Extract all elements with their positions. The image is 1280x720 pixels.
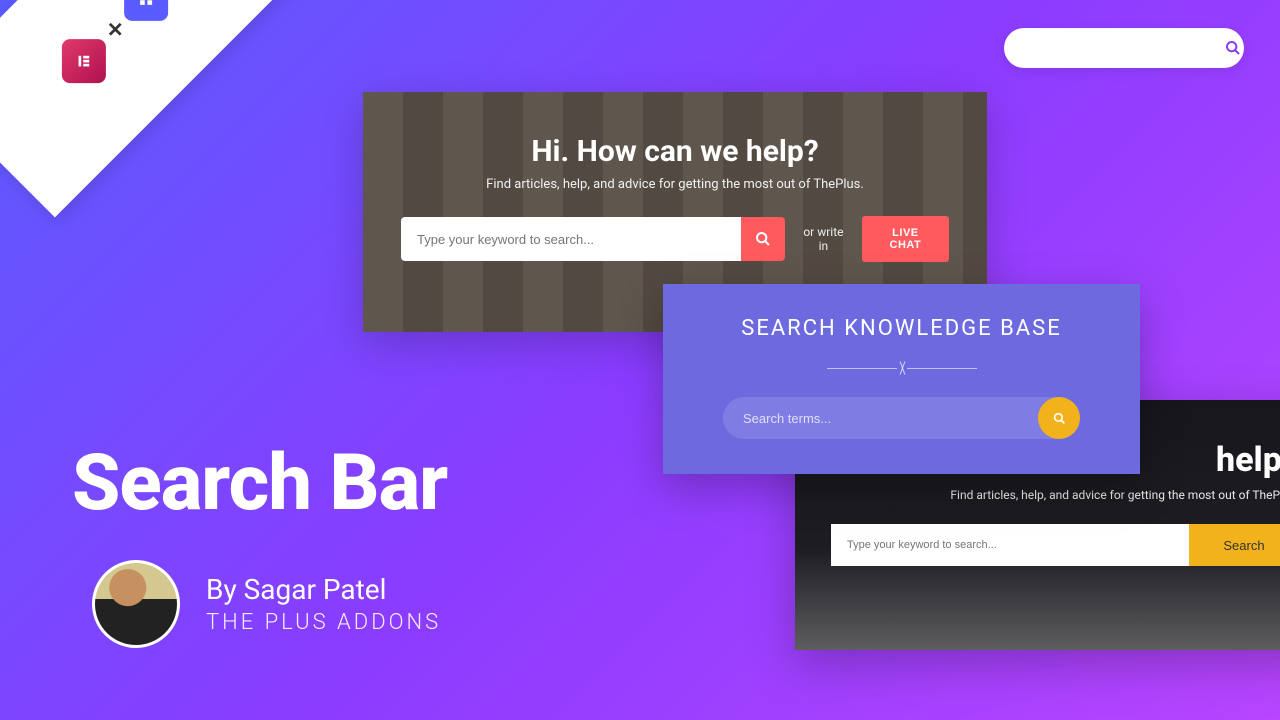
help-card-title: Hi. How can we help? [401, 134, 949, 169]
help-search-input[interactable] [401, 217, 741, 261]
page-title: Search Bar [72, 438, 447, 529]
brand-name: THE PLUS ADDONS [206, 610, 441, 635]
or-write-in-label: or write in [799, 225, 848, 253]
kb-search-group [723, 397, 1080, 439]
author-avatar [92, 560, 180, 648]
header-search-button[interactable] [1221, 28, 1244, 68]
dark-search-input[interactable] [831, 524, 1189, 566]
dark-search-group: Search [831, 524, 1280, 566]
help-search-button[interactable] [741, 217, 785, 261]
header-search-pill [1004, 28, 1244, 68]
search-icon [1053, 412, 1066, 425]
kb-card-title: SEARCH KNOWLEDGE BASE [723, 316, 1080, 341]
kb-search-button[interactable] [1038, 397, 1080, 439]
dark-search-button[interactable]: Search [1189, 524, 1280, 566]
corner-ribbon: ✕ [0, 0, 302, 217]
help-card-subtitle: Find articles, help, and advice for gett… [401, 177, 949, 192]
dark-card-subtitle: Find articles, help, and advice for gett… [831, 488, 1280, 502]
author-name: By Sagar Patel [206, 573, 441, 606]
header-search-input[interactable] [1004, 28, 1221, 68]
elementor-logo-icon [62, 39, 106, 83]
plus-separator-icon: ✕ [107, 18, 124, 42]
kb-search-input[interactable] [743, 411, 1038, 426]
divider-ornament [723, 359, 1080, 377]
demo-knowledge-base-card: SEARCH KNOWLEDGE BASE [663, 284, 1140, 474]
gutenberg-logo-icon [124, 0, 168, 21]
help-search-group [401, 217, 785, 261]
search-icon [755, 231, 771, 247]
search-icon [1225, 40, 1241, 56]
author-byline: By Sagar Patel THE PLUS ADDONS [92, 560, 441, 648]
live-chat-button[interactable]: LIVE CHAT [862, 216, 949, 262]
